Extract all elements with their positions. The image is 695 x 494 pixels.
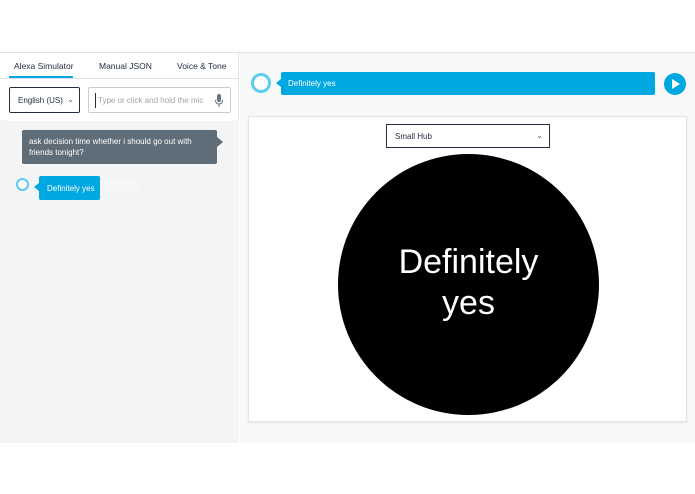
- message-ghost-placeholder: [104, 179, 140, 191]
- simulator-right-panel: Definitely yes Small Hub ⌄ Definitely ye…: [240, 53, 695, 443]
- chevron-down-icon: ⌄: [536, 131, 543, 140]
- alexa-ring-icon: [16, 178, 29, 191]
- chat-area: [9, 121, 231, 443]
- utterance-input[interactable]: [95, 93, 207, 108]
- microphone-icon[interactable]: [214, 94, 224, 108]
- device-display-card: Small Hub ⌄ Definitely yes: [248, 116, 687, 422]
- locale-select[interactable]: English (US) ⌄: [9, 87, 80, 113]
- device-select[interactable]: Small Hub ⌄: [386, 124, 550, 148]
- chat-gutter-left: [0, 120, 9, 443]
- chevron-down-icon: ⌄: [67, 95, 74, 104]
- device-label: Small Hub: [395, 132, 432, 141]
- user-message-bubble: ask decision time whether i should go ou…: [22, 130, 223, 164]
- tab-voice-and-tone[interactable]: Voice & Tone: [177, 61, 226, 71]
- alexa-message-bubble: Definitely yes: [34, 176, 100, 200]
- tab-manual-json[interactable]: Manual JSON: [99, 61, 152, 71]
- locale-label: English (US): [18, 96, 63, 105]
- utterance-input-box[interactable]: [88, 87, 231, 113]
- alexa-response-bar: Definitely yes: [276, 72, 655, 95]
- hub-text-line1: Definitely: [398, 243, 539, 281]
- active-tab-indicator: [9, 76, 73, 78]
- hub-display-text: Definitely yes: [338, 242, 599, 324]
- small-hub-display: Definitely yes: [338, 154, 599, 415]
- play-icon[interactable]: [664, 73, 686, 95]
- alexa-ring-icon-large: [251, 73, 271, 93]
- chat-gutter-right: [231, 120, 239, 443]
- hub-text-line2: yes: [442, 284, 495, 322]
- simulator-left-panel: Alexa Simulator Manual JSON Voice & Tone…: [0, 53, 239, 443]
- tab-bar: Alexa Simulator Manual JSON Voice & Tone: [0, 53, 239, 79]
- tab-alexa-simulator[interactable]: Alexa Simulator: [14, 61, 74, 71]
